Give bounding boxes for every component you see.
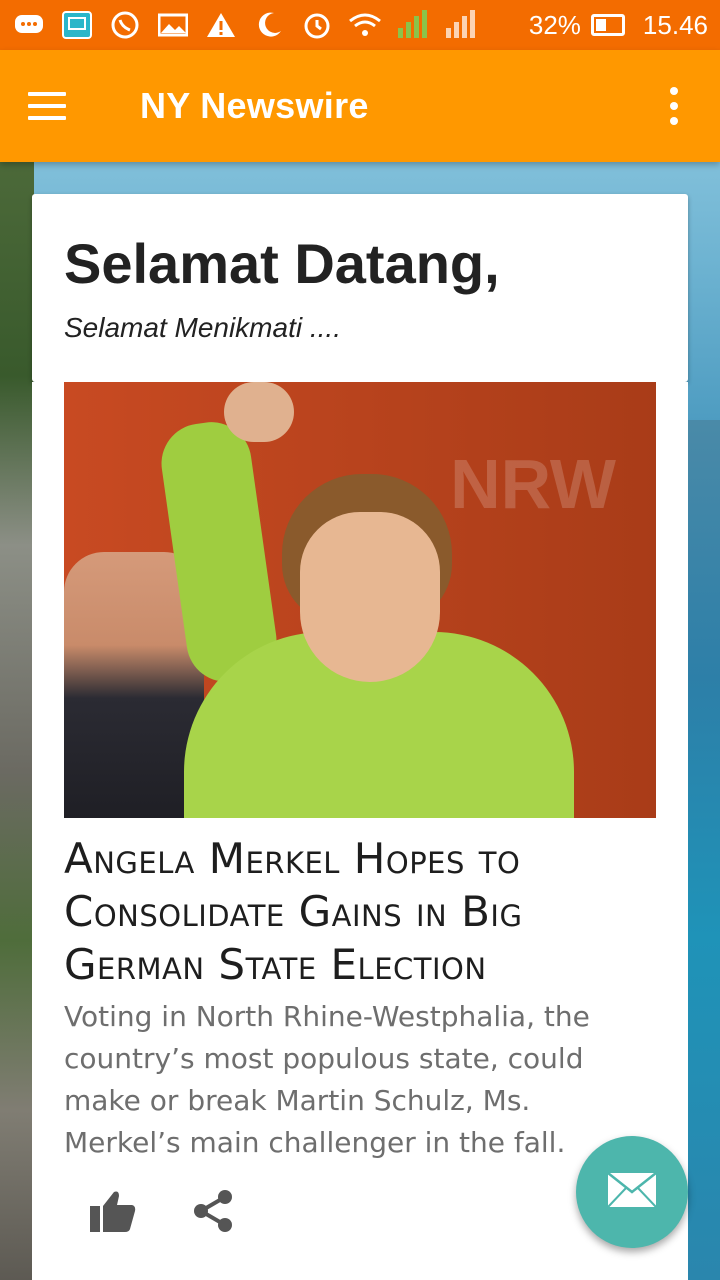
article-summary: Voting in North Rhine-Westphalia, the co… (64, 1000, 590, 1159)
welcome-card: Selamat Datang, Selamat Menikmati .... (32, 194, 688, 382)
alarm-icon (300, 10, 334, 40)
screen-icon (60, 10, 94, 40)
article-image[interactable]: NRW (64, 382, 656, 818)
like-icon[interactable] (90, 1188, 136, 1234)
wifi-icon (348, 10, 382, 40)
battery-percent: 32% (528, 9, 581, 40)
battery-charging-icon (590, 14, 625, 36)
signal-off-icon (444, 10, 478, 40)
welcome-heading: Selamat Datang, (64, 232, 500, 295)
menu-icon[interactable] (28, 78, 84, 134)
email-icon (607, 1171, 657, 1213)
whatsapp-icon (108, 10, 142, 40)
article-card[interactable]: NRW Angela Merkel Hopes to Consolidate G… (32, 382, 688, 1280)
status-bar: 32% 15.46 (0, 0, 720, 50)
share-icon[interactable] (190, 1188, 236, 1234)
clock: 15.46 (642, 9, 708, 40)
image-face (300, 512, 440, 682)
article-actions (90, 1188, 236, 1234)
chat-icon (12, 10, 46, 40)
more-options-icon[interactable] (662, 78, 686, 134)
gallery-icon (156, 10, 190, 40)
app-bar: NY Newswire (0, 50, 720, 162)
image-hand (224, 382, 294, 442)
background-rocks (0, 150, 34, 1280)
image-backdrop-text: NRW (450, 445, 616, 523)
moon-icon (252, 10, 286, 40)
app-title: NY Newswire (140, 85, 369, 126)
warning-icon (204, 10, 238, 40)
article-headline[interactable]: Angela Merkel Hopes to Consolidate Gains… (64, 832, 664, 991)
email-fab-button[interactable] (576, 1136, 688, 1248)
welcome-subheading: Selamat Menikmati .... (64, 312, 341, 343)
signal-icon (396, 10, 430, 40)
